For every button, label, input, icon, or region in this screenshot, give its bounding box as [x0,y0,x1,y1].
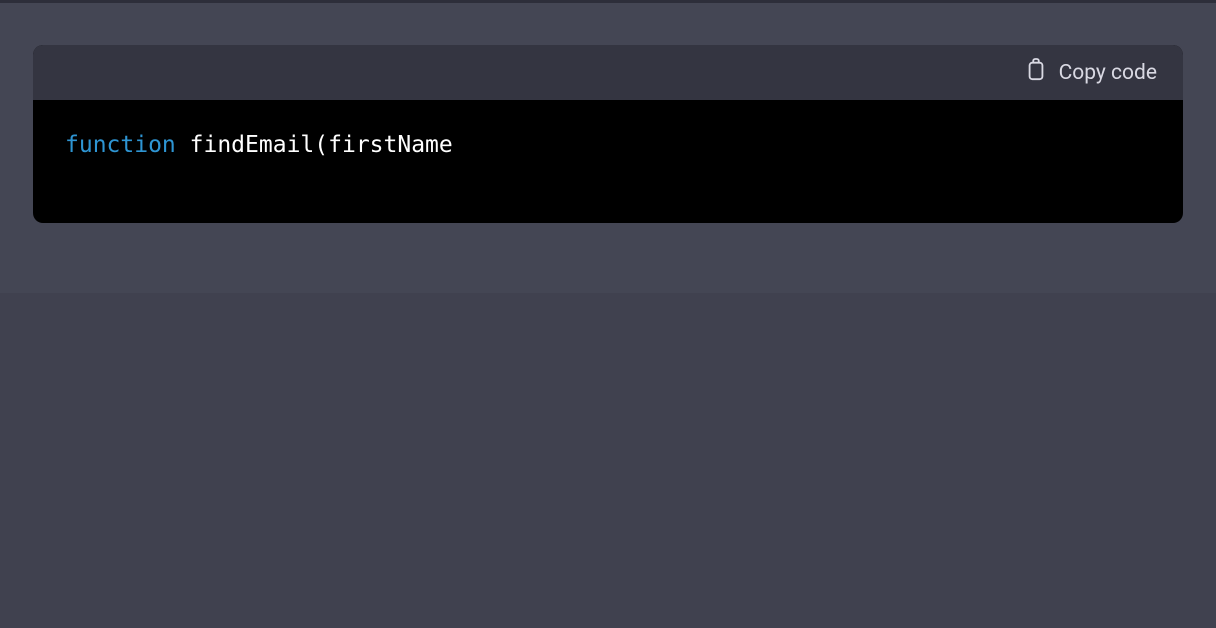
code-token-punctuation: ( [314,132,328,158]
copy-code-button[interactable]: Copy code [1025,57,1157,89]
code-token-param: firstName [328,132,453,158]
copy-code-label: Copy code [1059,61,1157,85]
message-area: Copy code function findEmail(firstName [0,3,1216,293]
lower-background [0,293,1216,609]
code-token-keyword: function [65,132,176,158]
code-token-function: findEmail [190,132,315,158]
code-content[interactable]: function findEmail(firstName [33,100,1183,223]
clipboard-icon [1025,57,1047,89]
code-block: Copy code function findEmail(firstName [33,45,1183,223]
code-block-header: Copy code [33,45,1183,100]
code-token-space [176,132,190,158]
